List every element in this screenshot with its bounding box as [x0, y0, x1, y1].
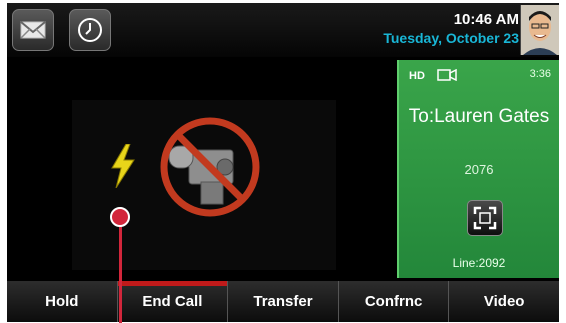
current-date: Tuesday, October 23: [383, 30, 519, 46]
callout-pointer-dot: [110, 207, 130, 227]
call-info-panel: HD 3:36 To:Lauren Gates 2076 Line:2092: [397, 60, 559, 278]
camera-icon: [437, 69, 457, 81]
lightning-icon: [111, 144, 135, 188]
end-call-button[interactable]: End Call: [117, 281, 229, 322]
current-time: 10:46 AM: [453, 11, 519, 28]
call-history-button[interactable]: [69, 9, 111, 51]
messages-button[interactable]: [12, 9, 54, 51]
phone-screen: 10:46 AM Tuesday, October 23 HD 3:36 To:…: [7, 3, 559, 322]
transfer-button[interactable]: Transfer: [228, 281, 339, 322]
callout-pointer-line: [119, 215, 122, 323]
softkey-bar: Hold End Call Transfer Confrnc Video: [7, 281, 559, 322]
recipient-number: 2076: [464, 162, 494, 177]
conference-button[interactable]: Confrnc: [339, 281, 450, 322]
video-button[interactable]: Video: [449, 281, 559, 322]
call-duration: 3:36: [529, 68, 551, 80]
status-bar: 10:46 AM Tuesday, October 23: [7, 3, 559, 57]
no-video-camera-icon: [160, 117, 260, 217]
hd-indicator: HD: [409, 70, 425, 82]
user-avatar[interactable]: [520, 5, 559, 55]
fullscreen-icon: [473, 206, 497, 230]
user-photo: [521, 5, 559, 55]
line-indicator: Line:2092: [452, 256, 506, 270]
fullscreen-button[interactable]: [467, 200, 503, 236]
hold-button[interactable]: Hold: [7, 281, 118, 322]
envelope-icon: [20, 21, 46, 39]
clock-icon: [78, 18, 102, 42]
video-area[interactable]: [10, 60, 394, 278]
call-recipient: To:Lauren Gates: [408, 106, 550, 127]
clock: 10:46 AM Tuesday, October 23: [383, 11, 519, 47]
